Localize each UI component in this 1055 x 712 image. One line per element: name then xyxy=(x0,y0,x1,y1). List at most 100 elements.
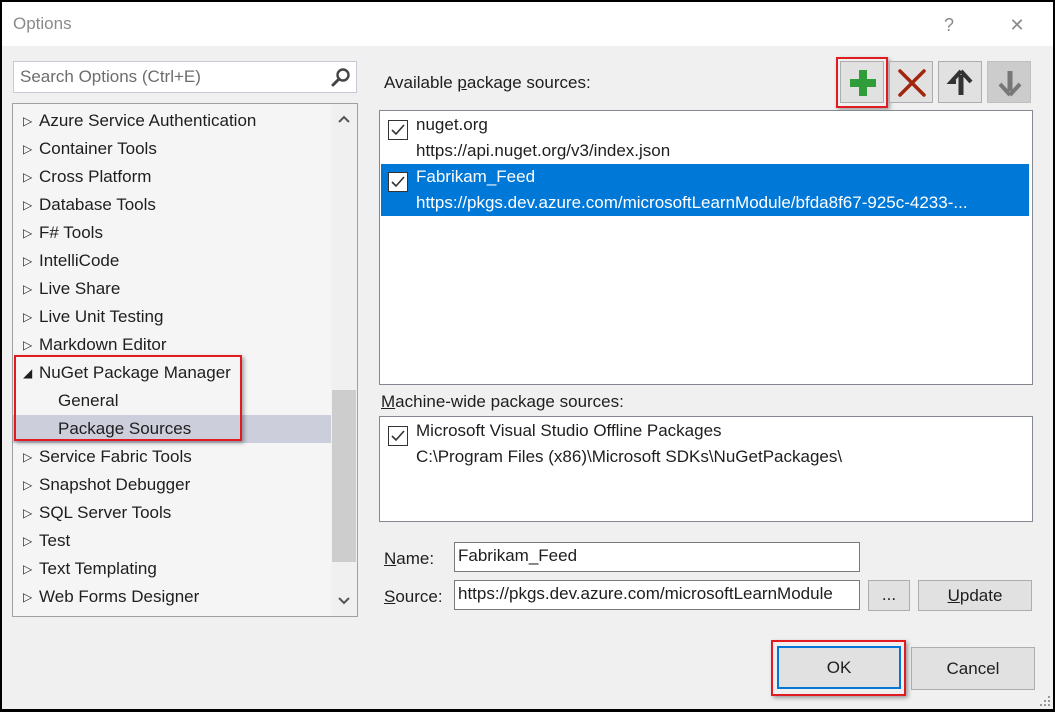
tree-item-label: NuGet Package Manager xyxy=(39,363,231,382)
search-icon[interactable] xyxy=(330,66,352,88)
tree-item-label: IntelliCode xyxy=(39,251,120,270)
tree-item-label: Azure Service Authentication xyxy=(39,111,257,130)
tree-item[interactable]: ▷ Live Share xyxy=(13,275,331,303)
move-down-button[interactable] xyxy=(987,61,1031,103)
collapsed-arrow-icon[interactable]: ▷ xyxy=(23,555,35,583)
close-button[interactable]: ✕ xyxy=(1002,10,1032,40)
resize-grip-icon[interactable] xyxy=(1040,696,1050,706)
tree-item[interactable]: ▷ Database Tools xyxy=(13,191,331,219)
available-sources-label: Available package sources: xyxy=(384,73,591,93)
source-url: https://pkgs.dev.azure.com/microsoftLear… xyxy=(416,193,968,212)
label-accel: U xyxy=(947,586,960,605)
tree-item[interactable]: ▷ IntelliCode xyxy=(13,247,331,275)
cancel-button[interactable]: Cancel xyxy=(911,647,1035,690)
collapsed-arrow-icon[interactable]: ▷ xyxy=(23,275,35,303)
tree-item[interactable]: Package Sources xyxy=(13,415,331,443)
tree-item[interactable]: ▷ Cross Platform xyxy=(13,163,331,191)
collapsed-arrow-icon[interactable]: ▷ xyxy=(23,163,35,191)
window-title: Options xyxy=(13,14,72,33)
tree-item[interactable]: ▷ Markdown Editor xyxy=(13,331,331,359)
label-text: ource: xyxy=(395,587,443,606)
scrollbar-thumb[interactable] xyxy=(332,390,356,562)
label-accel: M xyxy=(381,392,396,411)
tree-item[interactable]: ▷ Service Fabric Tools xyxy=(13,443,331,471)
title-bar: Options ? ✕ xyxy=(2,2,1053,46)
tree-item[interactable]: ▷ SQL Server Tools xyxy=(13,499,331,527)
collapsed-arrow-icon[interactable]: ▷ xyxy=(23,527,35,555)
scroll-up-icon[interactable] xyxy=(331,108,357,132)
remove-icon xyxy=(898,69,926,97)
ok-button[interactable]: OK xyxy=(777,646,901,689)
add-icon xyxy=(850,70,876,96)
source-name: Microsoft Visual Studio Offline Packages xyxy=(416,421,722,440)
tree-item-label: Package Sources xyxy=(58,419,192,438)
remove-source-button[interactable] xyxy=(889,61,933,103)
move-up-button[interactable] xyxy=(938,61,982,103)
collapsed-arrow-icon[interactable]: ▷ xyxy=(23,499,35,527)
label-text: ame: xyxy=(396,549,435,568)
tree-item[interactable]: ▷ F# Tools xyxy=(13,219,331,247)
collapsed-arrow-icon[interactable]: ▷ xyxy=(23,303,35,331)
search-box[interactable] xyxy=(13,61,357,93)
enabled-checkbox[interactable] xyxy=(388,120,408,140)
collapsed-arrow-icon[interactable]: ▷ xyxy=(23,247,35,275)
label-text: pdate xyxy=(959,586,1003,605)
source-name: nuget.org xyxy=(416,115,488,134)
tree-item-label: F# Tools xyxy=(39,223,103,242)
source-label: Source: xyxy=(384,587,443,607)
tree-item[interactable]: ▷ Text Templating xyxy=(13,555,331,583)
enabled-checkbox[interactable] xyxy=(388,426,408,446)
tree-item[interactable]: ▷ Container Tools xyxy=(13,135,331,163)
tree-item-label: Database Tools xyxy=(39,195,156,214)
tree-item-label: SQL Server Tools xyxy=(39,503,172,522)
tree-item-label: Text Templating xyxy=(39,559,157,578)
label-text: Available xyxy=(384,73,458,92)
browse-button[interactable]: ... xyxy=(868,580,910,611)
source-url: https://api.nuget.org/v3/index.json xyxy=(416,141,671,160)
label-accel: p xyxy=(457,73,467,92)
enabled-checkbox[interactable] xyxy=(388,172,408,192)
tree-item-label: Live Unit Testing xyxy=(39,307,164,326)
tree-item[interactable]: General xyxy=(13,387,331,415)
label-accel: N xyxy=(384,549,397,568)
tree-item[interactable]: ▷ Web Forms Designer xyxy=(13,583,331,611)
collapsed-arrow-icon[interactable]: ▷ xyxy=(23,107,35,135)
scroll-down-icon[interactable] xyxy=(331,590,357,614)
source-input[interactable]: https://pkgs.dev.azure.com/microsoftLear… xyxy=(454,580,860,610)
label-accel: S xyxy=(384,587,396,606)
tree-item[interactable]: ◢ NuGet Package Manager xyxy=(13,359,331,387)
collapsed-arrow-icon[interactable]: ▷ xyxy=(23,471,35,499)
tree-item-label: Live Share xyxy=(39,279,121,298)
collapsed-arrow-icon[interactable]: ▷ xyxy=(23,331,35,359)
tree-item[interactable]: ▷ Test xyxy=(13,527,331,555)
arrow-down-icon xyxy=(998,71,1022,97)
source-name: Fabrikam_Feed xyxy=(416,167,536,186)
tree-item-label: Web Forms Designer xyxy=(39,587,200,606)
tree-item[interactable]: ▷ Azure Service Authentication xyxy=(13,107,331,135)
search-input[interactable] xyxy=(20,65,320,89)
tree-item[interactable]: ▷ Live Unit Testing xyxy=(13,303,331,331)
available-sources-list: nuget.org https://api.nuget.org/v3/index.… xyxy=(379,110,1033,385)
tree-item-label: Snapshot Debugger xyxy=(39,475,191,494)
tree-item-label: Markdown Editor xyxy=(39,335,167,354)
name-input[interactable]: Fabrikam_Feed xyxy=(454,542,860,572)
machine-wide-sources-list: Microsoft Visual Studio Offline Packages… xyxy=(379,416,1033,522)
collapsed-arrow-icon[interactable]: ▷ xyxy=(23,135,35,163)
update-button[interactable]: Update xyxy=(918,580,1032,611)
collapsed-arrow-icon[interactable]: ▷ xyxy=(23,443,35,471)
expanded-arrow-icon[interactable]: ◢ xyxy=(23,359,35,387)
add-source-button[interactable] xyxy=(840,61,884,103)
collapsed-arrow-icon[interactable]: ▷ xyxy=(23,583,35,611)
source-url: C:\Program Files (x86)\Microsoft SDKs\Nu… xyxy=(416,447,843,466)
tree-item-label: Service Fabric Tools xyxy=(39,447,192,466)
help-button[interactable]: ? xyxy=(934,10,964,40)
package-source-item[interactable]: Microsoft Visual Studio Offline Packages… xyxy=(381,418,1029,470)
tree-item[interactable]: ▷ Snapshot Debugger xyxy=(13,471,331,499)
tree-item-label: Test xyxy=(39,531,71,550)
package-source-item[interactable]: Fabrikam_Feed https://pkgs.dev.azure.com/… xyxy=(381,164,1029,216)
tree-scrollbar[interactable] xyxy=(331,104,357,616)
collapsed-arrow-icon[interactable]: ▷ xyxy=(23,219,35,247)
package-source-item[interactable]: nuget.org https://api.nuget.org/v3/index.… xyxy=(381,112,1029,164)
collapsed-arrow-icon[interactable]: ▷ xyxy=(23,191,35,219)
machine-wide-sources-label: Machine-wide package sources: xyxy=(381,392,624,412)
